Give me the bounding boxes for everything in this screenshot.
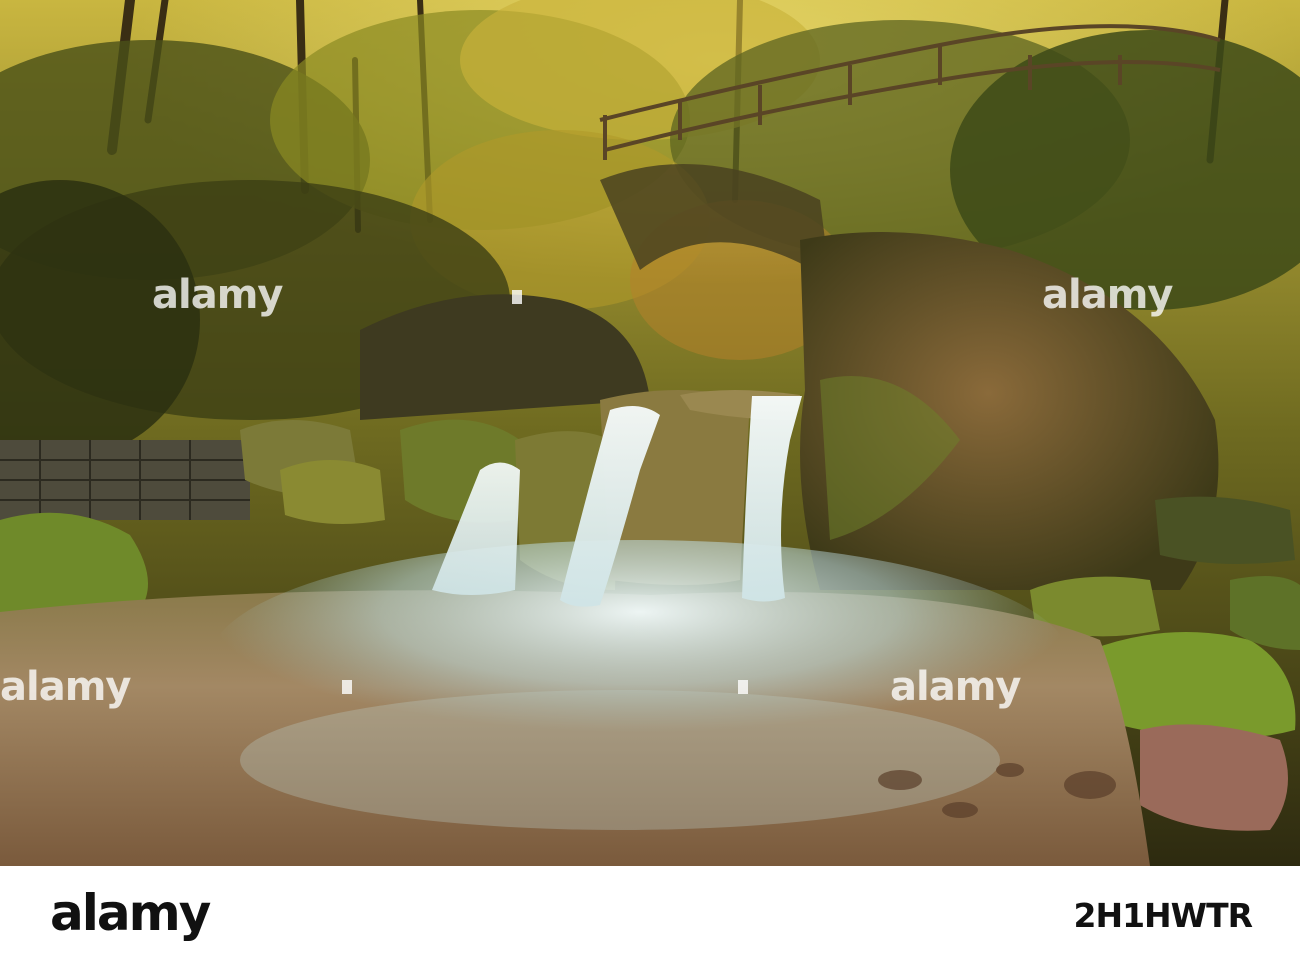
watermark-text: alamy: [0, 664, 131, 710]
watermark-mark: [342, 680, 352, 694]
watermark-text: alamy: [1042, 272, 1173, 318]
watermark-text: alamy: [890, 664, 1021, 710]
watermark-text: alamy: [152, 272, 283, 318]
waterfall-photo: alamy alamy alamy alamy: [0, 0, 1300, 866]
watermark-mark: [738, 680, 748, 694]
waterfall-scene: [0, 0, 1300, 866]
watermark-mark: [512, 290, 522, 304]
footer-logo[interactable]: alamy: [50, 884, 211, 942]
image-code: 2H1HWTR: [1073, 896, 1253, 935]
